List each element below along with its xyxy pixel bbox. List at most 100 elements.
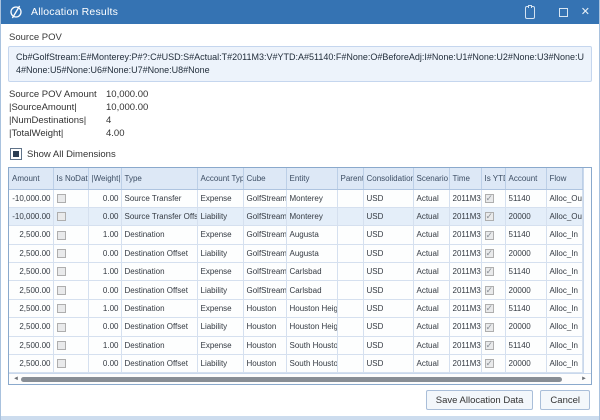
ytd-checkbox[interactable] <box>485 359 494 368</box>
ytd-checkbox[interactable] <box>485 231 494 240</box>
ytd-checkbox[interactable] <box>485 249 494 258</box>
source-pov-label: Source POV <box>9 32 592 43</box>
column-header-scenario[interactable]: Scenario <box>413 168 449 189</box>
cell-scenario: Actual <box>413 355 449 373</box>
horizontal-scrollbar-track[interactable] <box>21 376 579 383</box>
scroll-right-arrow-icon[interactable]: ► <box>579 376 589 382</box>
column-header-flow[interactable]: Flow <box>546 168 582 189</box>
cell-consolidation: USD <box>363 318 413 336</box>
column-header-parent[interactable]: Parent <box>337 168 363 189</box>
horizontal-scrollbar[interactable]: ◄ ► <box>9 373 591 384</box>
nodata-checkbox[interactable] <box>57 359 66 368</box>
nodata-checkbox[interactable] <box>57 304 66 313</box>
ytd-checkbox[interactable] <box>485 286 494 295</box>
show-all-dimensions-checkbox[interactable] <box>10 148 22 160</box>
column-header-time[interactable]: Time <box>449 168 481 189</box>
table-row[interactable]: -10,000.000.00Source TransferExpenseGolf… <box>9 189 582 207</box>
nodata-checkbox[interactable] <box>57 286 66 295</box>
cell-is_ytd <box>481 355 505 373</box>
show-all-dimensions-label: Show All Dimensions <box>27 149 116 160</box>
column-header-account-type[interactable]: Account Type <box>197 168 243 189</box>
cell-weight: 0.00 <box>88 207 121 225</box>
footer-buttons: Save Allocation Data Cancel <box>426 390 590 410</box>
column-header-account[interactable]: Account <box>505 168 546 189</box>
ytd-checkbox[interactable] <box>485 341 494 350</box>
cell-consolidation: USD <box>363 226 413 244</box>
nodata-checkbox[interactable] <box>57 341 66 350</box>
cell-parent <box>337 318 363 336</box>
summary-value: 10,000.00 <box>106 102 148 113</box>
table-row[interactable]: 2,500.001.00DestinationExpenseHoustonSou… <box>9 336 582 354</box>
table-row[interactable]: 2,500.001.00DestinationExpenseHoustonHou… <box>9 299 582 317</box>
summary-label: Source POV Amount <box>9 89 106 100</box>
cell-cube: GolfStream <box>243 189 286 207</box>
cancel-button[interactable]: Cancel <box>540 390 590 410</box>
table-row[interactable]: -10,000.000.00Source Transfer OffsetLiab… <box>9 207 582 225</box>
summary-label: |TotalWeight| <box>9 128 106 139</box>
nodata-checkbox[interactable] <box>57 212 66 221</box>
ytd-checkbox[interactable] <box>485 323 494 332</box>
cell-time: 2011M3 <box>449 226 481 244</box>
cell-time: 2011M3 <box>449 189 481 207</box>
nodata-checkbox[interactable] <box>57 249 66 258</box>
table-row[interactable]: 2,500.001.00DestinationExpenseGolfStream… <box>9 263 582 281</box>
cell-amount: 2,500.00 <box>9 355 53 373</box>
nodata-checkbox[interactable] <box>57 267 66 276</box>
table-row[interactable]: 2,500.000.00Destination OffsetLiabilityG… <box>9 281 582 299</box>
cell-amount: 2,500.00 <box>9 281 53 299</box>
show-all-dimensions-row: Show All Dimensions <box>10 148 592 160</box>
cell-amount: -10,000.00 <box>9 189 53 207</box>
ytd-checkbox[interactable] <box>485 304 494 313</box>
column-header-entity[interactable]: Entity <box>286 168 337 189</box>
maximize-icon[interactable] <box>559 8 568 17</box>
column-header-amount[interactable]: Amount <box>9 168 53 189</box>
cell-account_type: Expense <box>197 263 243 281</box>
titlebar[interactable]: Allocation Results ✕ <box>1 0 599 24</box>
cell-account_type: Liability <box>197 244 243 262</box>
column-header-is-nodata[interactable]: Is NoData <box>53 168 88 189</box>
source-pov-value-box[interactable]: Cb#GolfStream:E#Monterey:P#?:C#USD:S#Act… <box>8 46 592 82</box>
copy-document-icon[interactable] <box>525 6 535 19</box>
table-row[interactable]: 2,500.001.00DestinationExpenseGolfStream… <box>9 226 582 244</box>
cell-weight: 0.00 <box>88 189 121 207</box>
cell-cube: Houston <box>243 318 286 336</box>
cell-flow: Alloc_In <box>546 318 582 336</box>
column-header-weight[interactable]: |Weight| <box>88 168 121 189</box>
horizontal-scrollbar-thumb[interactable] <box>21 377 562 382</box>
nodata-checkbox[interactable] <box>57 231 66 240</box>
cell-account: 51140 <box>505 299 546 317</box>
scroll-left-arrow-icon[interactable]: ◄ <box>11 376 21 382</box>
cell-entity: Monterey <box>286 207 337 225</box>
cell-parent <box>337 263 363 281</box>
ytd-checkbox[interactable] <box>485 267 494 276</box>
cell-scenario: Actual <box>413 299 449 317</box>
save-allocation-data-button[interactable]: Save Allocation Data <box>426 390 534 410</box>
cell-time: 2011M3 <box>449 263 481 281</box>
nodata-checkbox[interactable] <box>57 323 66 332</box>
table-row[interactable]: 2,500.000.00Destination OffsetLiabilityH… <box>9 318 582 336</box>
cell-scenario: Actual <box>413 207 449 225</box>
cell-is_nodata <box>53 189 88 207</box>
cell-parent <box>337 299 363 317</box>
table-row[interactable]: 2,500.000.00Destination OffsetLiabilityG… <box>9 244 582 262</box>
cell-account: 20000 <box>505 318 546 336</box>
cell-is_nodata <box>53 244 88 262</box>
cell-weight: 1.00 <box>88 226 121 244</box>
cell-amount: 2,500.00 <box>9 263 53 281</box>
column-header-cube[interactable]: Cube <box>243 168 286 189</box>
column-header-consolidation[interactable]: Consolidation <box>363 168 413 189</box>
close-icon[interactable]: ✕ <box>581 7 590 18</box>
vertical-scrollbar[interactable] <box>583 168 592 373</box>
cell-parent <box>337 207 363 225</box>
cell-is_nodata <box>53 299 88 317</box>
column-header-type[interactable]: Type <box>121 168 197 189</box>
ytd-checkbox[interactable] <box>485 194 494 203</box>
ytd-checkbox[interactable] <box>485 212 494 221</box>
column-header-is-ytd[interactable]: Is YTD <box>481 168 505 189</box>
nodata-checkbox[interactable] <box>57 194 66 203</box>
cell-is_ytd <box>481 207 505 225</box>
cell-scenario: Actual <box>413 281 449 299</box>
cell-entity: Houston Heights <box>286 299 337 317</box>
table-row[interactable]: 2,500.000.00Destination OffsetLiabilityH… <box>9 355 582 373</box>
cell-flow: Alloc_In <box>546 244 582 262</box>
